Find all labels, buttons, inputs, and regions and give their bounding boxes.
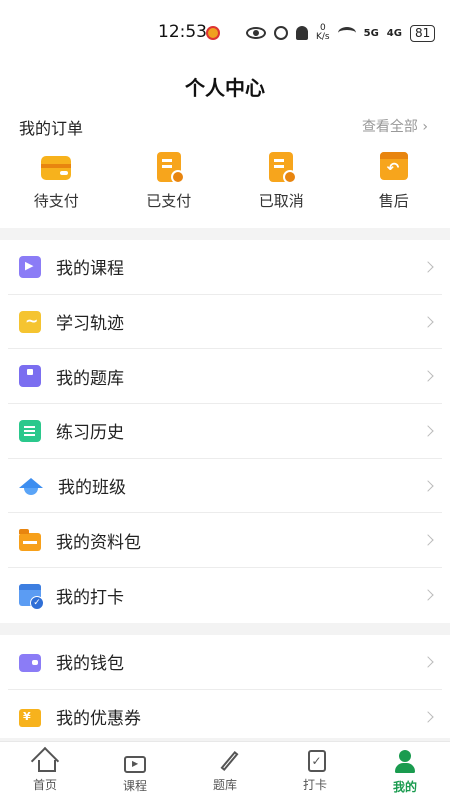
orders-title: 我的订单	[19, 119, 84, 138]
question-bank-icon	[19, 365, 41, 388]
menu-label: 练习历史	[56, 423, 124, 444]
tab-check-in[interactable]: 打卡	[270, 742, 360, 800]
tab-label: 我的	[392, 780, 417, 794]
battery-level: 81	[409, 24, 436, 42]
user-icon	[393, 750, 417, 774]
menu-label: 我的班级	[58, 478, 126, 499]
menu-label: 学习轨迹	[56, 314, 124, 335]
receipt-check-icon	[154, 152, 185, 184]
wallet-icon	[41, 152, 72, 182]
order-label: 待支付	[33, 192, 79, 210]
network-speed: 0 K/s	[316, 24, 330, 42]
signal-4g: 4G	[386, 27, 402, 39]
menu-label: 我的资料包	[56, 532, 141, 553]
status-icons: 0 K/s 5G 4G 81	[206, 24, 436, 42]
coupon-icon	[19, 708, 41, 727]
menu-label: 我的课程	[56, 259, 124, 280]
view-all-orders-link[interactable]: 查看全部 ›	[362, 116, 428, 136]
tab-home[interactable]: 首页	[0, 742, 90, 800]
menu-label: 我的钱包	[56, 654, 124, 675]
chevron-right-icon	[422, 656, 434, 668]
practice-history-icon	[19, 419, 41, 442]
pencil-icon	[220, 750, 239, 772]
eye-icon	[246, 27, 266, 39]
chevron-right-icon	[422, 479, 434, 492]
page-header: 个人中心	[0, 64, 450, 112]
chevron-right-icon	[422, 425, 434, 437]
chevron-right-icon	[422, 589, 434, 602]
signal-5g: 5G	[363, 27, 379, 39]
status-time: 12:53	[158, 22, 207, 42]
folder-icon	[19, 529, 41, 552]
chevron-right-icon	[422, 534, 434, 546]
graduation-cap-icon	[19, 477, 43, 495]
order-cancelled[interactable]: 已取消	[225, 152, 338, 211]
chevron-right-icon	[422, 315, 434, 328]
mute-bell-icon	[296, 26, 308, 40]
course-video-icon	[19, 255, 41, 278]
order-label: 售后	[378, 192, 409, 210]
menu-item-practice-history[interactable]: 练习历史	[8, 404, 442, 459]
order-label: 已取消	[258, 192, 304, 210]
alarm-icon	[274, 26, 288, 40]
menu-item-learning-track[interactable]: 学习轨迹	[8, 295, 442, 350]
menu-item-my-class[interactable]: 我的班级	[8, 459, 442, 514]
weibo-notification-icon	[206, 26, 220, 40]
orders-card: 我的订单 查看全部 › 待支付 已支付 已取消 售后	[0, 112, 450, 228]
clipboard-check-icon	[307, 750, 326, 772]
order-pending-payment[interactable]: 待支付	[0, 152, 113, 211]
bottom-tab-bar: 首页 课程 题库 打卡 我的	[0, 741, 450, 800]
main-menu-list: 我的课程 学习轨迹 我的题库 练习历史 我的班级 我的资料包 我的打卡	[0, 240, 450, 623]
learning-track-icon	[19, 310, 41, 333]
order-paid[interactable]: 已支付	[113, 152, 226, 211]
tab-me[interactable]: 我的	[360, 742, 450, 800]
menu-item-question-bank[interactable]: 我的题库	[8, 349, 442, 405]
menu-item-coupons[interactable]: 我的优惠券	[8, 690, 442, 745]
tab-label: 首页	[32, 778, 57, 792]
order-label: 已支付	[146, 192, 192, 210]
return-box-icon	[379, 152, 409, 182]
menu-item-check-in[interactable]: 我的打卡	[8, 568, 442, 623]
wifi-icon	[337, 27, 356, 39]
chevron-right-icon	[422, 370, 434, 382]
receipt-cancel-icon	[266, 152, 298, 184]
menu-item-wallet[interactable]: 我的钱包	[8, 635, 442, 690]
home-icon	[37, 760, 56, 772]
menu-item-my-courses[interactable]: 我的课程	[8, 240, 442, 295]
secondary-menu-list: 我的钱包 我的优惠券	[0, 635, 450, 738]
tab-label: 打卡	[302, 778, 327, 792]
status-bar: 12:53 0 K/s 5G 4G 81	[0, 0, 450, 64]
menu-label: 我的优惠券	[56, 709, 141, 730]
order-after-sales[interactable]: 售后	[338, 152, 450, 211]
tab-courses[interactable]: 课程	[90, 742, 180, 800]
tab-question-bank[interactable]: 题库	[180, 742, 270, 800]
wallet-icon	[19, 653, 41, 672]
tv-play-icon	[124, 756, 146, 773]
menu-label: 我的打卡	[56, 587, 124, 608]
network-speed-unit: K/s	[316, 32, 330, 42]
menu-item-materials[interactable]: 我的资料包	[8, 513, 442, 569]
menu-label: 我的题库	[56, 368, 124, 389]
tab-label: 课程	[122, 779, 147, 793]
orders-status-row: 待支付 已支付 已取消 售后	[0, 152, 450, 211]
chevron-right-icon	[422, 261, 434, 273]
tab-label: 题库	[212, 778, 237, 792]
calendar-check-icon	[19, 584, 44, 611]
chevron-right-icon	[422, 711, 434, 723]
page-title: 个人中心	[185, 76, 265, 100]
